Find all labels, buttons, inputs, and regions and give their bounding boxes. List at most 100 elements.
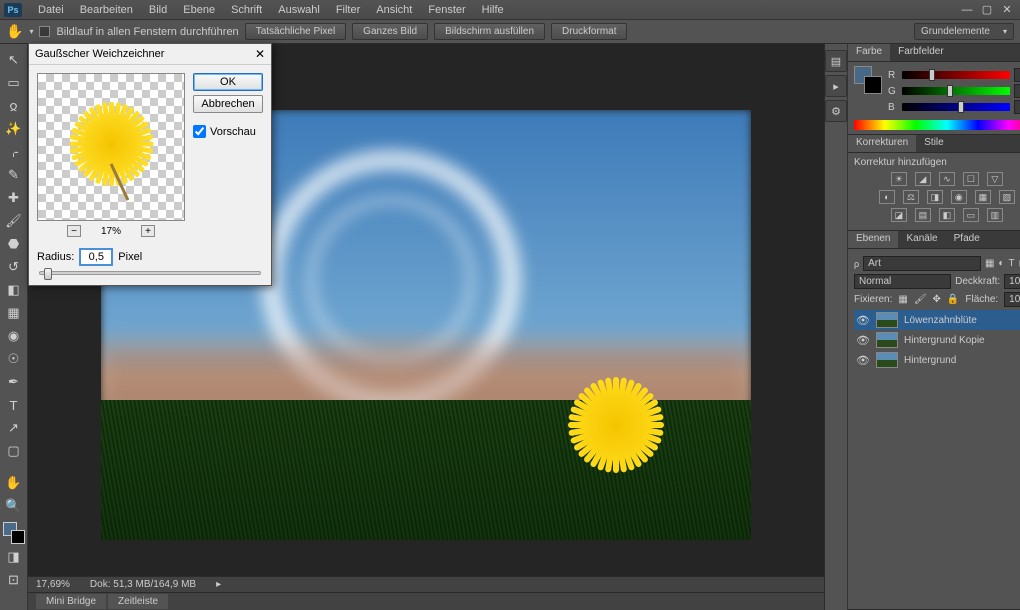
lock-transparency-icon[interactable]: ▦ xyxy=(898,294,907,305)
invert-adj-icon[interactable]: ◪ xyxy=(891,208,907,222)
minibridge-tab[interactable]: Mini Bridge xyxy=(36,594,106,609)
background-swatch[interactable] xyxy=(11,530,25,544)
radius-input[interactable] xyxy=(80,249,112,265)
zoom-in-button[interactable]: + xyxy=(141,225,155,237)
type-tool[interactable]: T xyxy=(3,395,25,415)
tool-preset-dropdown-icon[interactable]: ▾ xyxy=(29,27,33,36)
visibility-icon[interactable]: 👁 xyxy=(856,334,870,347)
menu-auswahl[interactable]: Auswahl xyxy=(270,2,328,18)
b-slider[interactable] xyxy=(902,103,1010,111)
history-panel-icon[interactable]: ▤ xyxy=(825,50,847,72)
photo-filter-adj-icon[interactable]: ◉ xyxy=(951,190,967,204)
b-value[interactable]: 134 xyxy=(1014,100,1020,114)
lock-position-icon[interactable]: ✥ xyxy=(933,294,941,305)
exposure-adj-icon[interactable]: ☐ xyxy=(963,172,979,186)
visibility-icon[interactable]: 👁 xyxy=(856,314,870,327)
wand-tool[interactable]: ✨ xyxy=(3,119,25,139)
gradient-tool[interactable]: ▦ xyxy=(3,303,25,323)
g-value[interactable]: 109 xyxy=(1014,84,1020,98)
color-panel-swatches[interactable] xyxy=(854,66,882,94)
actions-panel-icon[interactable]: ▸ xyxy=(825,75,847,97)
opacity-input[interactable]: 100% xyxy=(1004,274,1020,289)
scroll-all-checkbox[interactable] xyxy=(39,26,50,37)
window-minimize-button[interactable]: — xyxy=(958,3,976,17)
print-size-button[interactable]: Druckformat xyxy=(551,23,627,40)
lock-all-icon[interactable]: 🔒 xyxy=(947,294,959,305)
curves-adj-icon[interactable]: ∿ xyxy=(939,172,955,186)
radius-slider[interactable] xyxy=(39,271,261,275)
layer-row[interactable]: 👁 Löwenzahnblüte ⚭ xyxy=(854,310,1020,330)
menu-ansicht[interactable]: Ansicht xyxy=(368,2,420,18)
layer-kind-dropdown[interactable]: Art xyxy=(863,256,981,271)
dodge-tool[interactable]: ☉ xyxy=(3,349,25,369)
lasso-tool[interactable]: 𐍉 xyxy=(3,96,25,116)
brush-tool[interactable]: 🖌 xyxy=(3,211,25,231)
color-tab[interactable]: Farbe xyxy=(848,44,890,61)
menu-datei[interactable]: Datei xyxy=(30,2,72,18)
menu-filter[interactable]: Filter xyxy=(328,2,368,18)
blur-tool[interactable]: ◉ xyxy=(3,326,25,346)
lock-pixels-icon[interactable]: 🖌 xyxy=(914,294,927,305)
fill-input[interactable]: 100% xyxy=(1004,292,1020,307)
filter-type-icon[interactable]: T xyxy=(1008,258,1014,269)
selective-adj-icon[interactable]: ▥ xyxy=(987,208,1003,222)
channels-tab[interactable]: Kanäle xyxy=(898,231,945,248)
timeline-tab[interactable]: Zeitleiste xyxy=(108,594,168,609)
color-swatches[interactable] xyxy=(3,522,25,544)
doc-info[interactable]: Dok: 51,3 MB/164,9 MB xyxy=(90,579,196,590)
filter-pixel-icon[interactable]: ▦ xyxy=(985,258,994,269)
screenmode-toggle[interactable]: ⊡ xyxy=(3,570,25,590)
menu-bild[interactable]: Bild xyxy=(141,2,175,18)
styles-tab[interactable]: Stile xyxy=(916,135,951,152)
path-tool[interactable]: ↗ xyxy=(3,418,25,438)
pen-tool[interactable]: ✒ xyxy=(3,372,25,392)
fill-screen-button[interactable]: Bildschirm ausfüllen xyxy=(434,23,545,40)
dialog-close-button[interactable]: ✕ xyxy=(255,47,265,61)
window-maximize-button[interactable]: ▢ xyxy=(978,3,996,17)
hand-tool[interactable]: ✋ xyxy=(3,473,25,493)
r-value[interactable]: 65 xyxy=(1014,68,1020,82)
zoom-out-button[interactable]: − xyxy=(67,225,81,237)
preview-thumbnail[interactable] xyxy=(37,73,185,221)
layer-row[interactable]: 👁 Hintergrund Kopie xyxy=(854,330,1020,350)
layers-tab[interactable]: Ebenen xyxy=(848,231,898,248)
window-close-button[interactable]: ✕ xyxy=(998,3,1016,17)
layer-name[interactable]: Hintergrund xyxy=(904,355,956,366)
zoom-level[interactable]: 17,69% xyxy=(36,579,70,590)
menu-bearbeiten[interactable]: Bearbeiten xyxy=(72,2,141,18)
dialog-titlebar[interactable]: Gaußscher Weichzeichner ✕ xyxy=(29,44,271,65)
levels-adj-icon[interactable]: ◢ xyxy=(915,172,931,186)
posterize-adj-icon[interactable]: ▤ xyxy=(915,208,931,222)
paths-tab[interactable]: Pfade xyxy=(946,231,988,248)
fit-screen-button[interactable]: Ganzes Bild xyxy=(352,23,428,40)
layer-thumbnail[interactable] xyxy=(876,312,898,328)
layer-row[interactable]: 👁 Hintergrund 🔒 xyxy=(854,350,1020,370)
stamp-tool[interactable]: ⬣ xyxy=(3,234,25,254)
hue-adj-icon[interactable]: ◐ xyxy=(879,190,895,204)
shape-tool[interactable]: ▢ xyxy=(3,441,25,461)
menu-ebene[interactable]: Ebene xyxy=(175,2,223,18)
ok-button[interactable]: OK xyxy=(193,73,263,91)
menu-hilfe[interactable]: Hilfe xyxy=(474,2,512,18)
eyedropper-tool[interactable]: ✎ xyxy=(3,165,25,185)
zoom-tool[interactable]: 🔍 xyxy=(3,496,25,516)
menu-fenster[interactable]: Fenster xyxy=(420,2,473,18)
heal-tool[interactable]: ✚ xyxy=(3,188,25,208)
brightness-adj-icon[interactable]: ☀ xyxy=(891,172,907,186)
actual-pixels-button[interactable]: Tatsächliche Pixel xyxy=(245,23,346,40)
hand-tool-icon[interactable]: ✋ xyxy=(6,23,23,40)
marquee-tool[interactable]: ▭ xyxy=(3,73,25,93)
lookup-adj-icon[interactable]: ▧ xyxy=(999,190,1015,204)
filter-adj-icon[interactable]: ◐ xyxy=(998,258,1004,269)
threshold-adj-icon[interactable]: ◧ xyxy=(939,208,955,222)
layer-name[interactable]: Hintergrund Kopie xyxy=(904,335,985,346)
blend-mode-dropdown[interactable]: Normal xyxy=(854,274,951,289)
g-slider[interactable] xyxy=(902,87,1010,95)
spectrum-ramp[interactable] xyxy=(854,120,1020,130)
cancel-button[interactable]: Abbrechen xyxy=(193,95,263,113)
status-arrow-icon[interactable]: ▸ xyxy=(216,579,221,590)
workspace-dropdown[interactable]: Grundelemente▾ xyxy=(914,23,1014,40)
adjustments-tab[interactable]: Korrekturen xyxy=(848,135,916,152)
eraser-tool[interactable]: ◧ xyxy=(3,280,25,300)
properties-panel-icon[interactable]: ⚙ xyxy=(825,100,847,122)
